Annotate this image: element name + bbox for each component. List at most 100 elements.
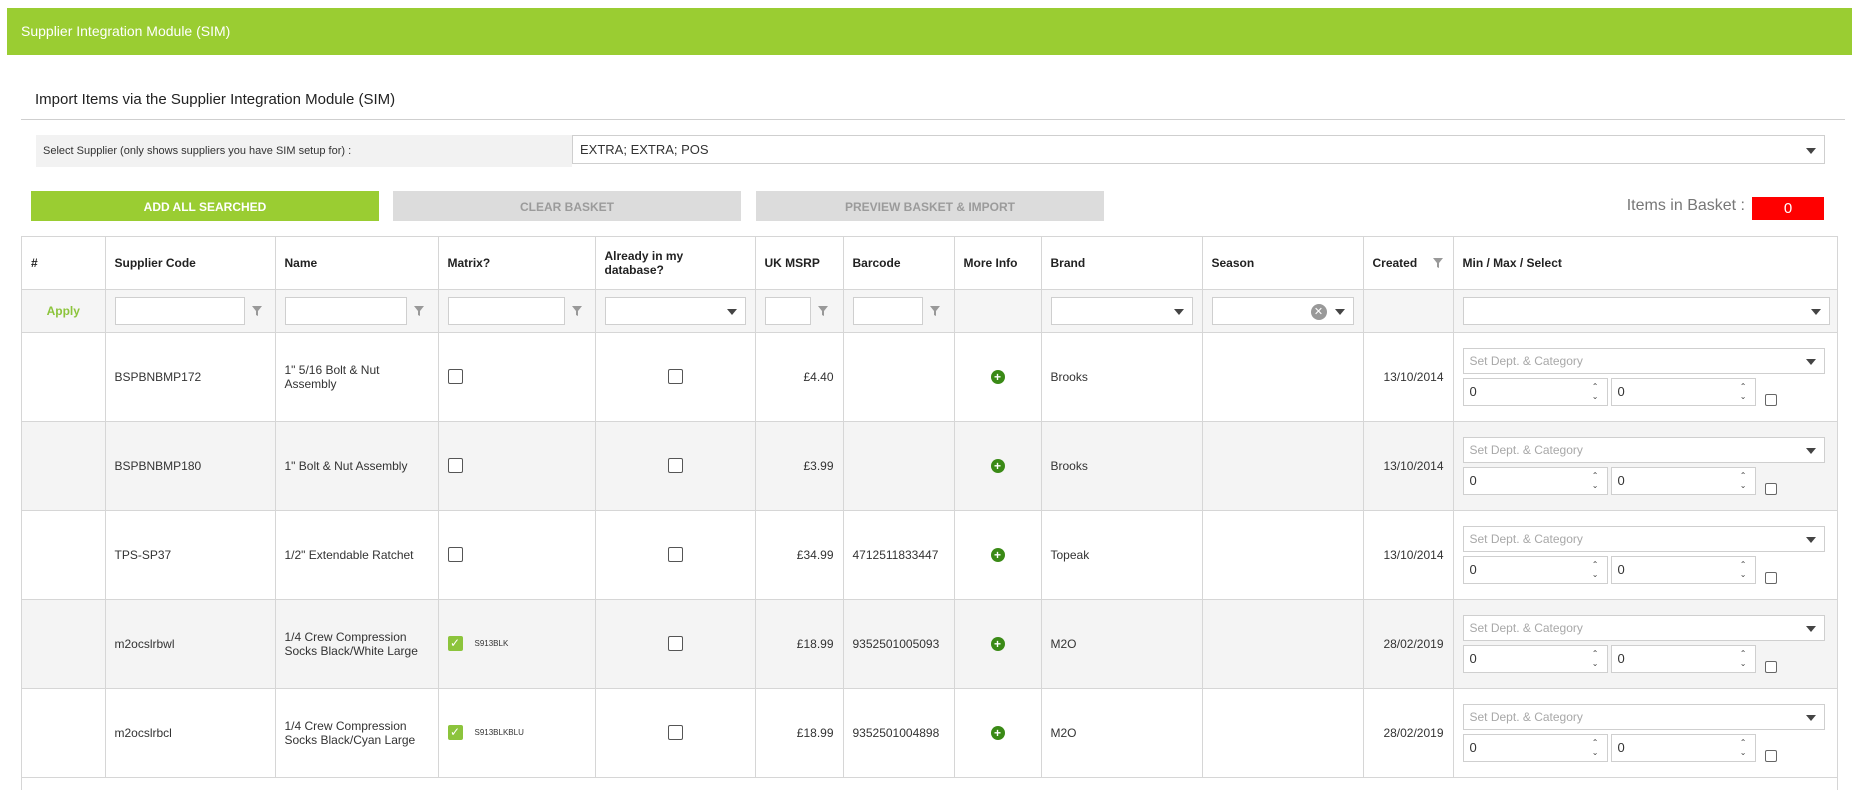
brand-filter-select[interactable] <box>1050 296 1193 325</box>
uk-msrp: £18.99 <box>755 688 844 778</box>
min-qty-stepper[interactable]: 0 ⌃ ⌄ <box>1462 377 1608 406</box>
up-down-arrows-icon[interactable]: ⌃ ⌄ <box>1592 382 1599 402</box>
plus-circle-icon[interactable]: + <box>990 458 1005 473</box>
season-filter-select[interactable]: ✕ <box>1211 296 1354 325</box>
msrp-filter-input[interactable] <box>764 296 811 325</box>
chevron-down-icon <box>1805 714 1816 721</box>
matrix-code: S913BLK <box>474 639 509 649</box>
uk-msrp: £4.40 <box>755 332 844 422</box>
max-qty-stepper[interactable]: 0 ⌃ ⌄ <box>1610 466 1756 495</box>
col-header-uk-msrp[interactable]: UK MSRP <box>755 237 844 290</box>
matrix-cell <box>438 421 596 511</box>
funnel-icon[interactable] <box>1432 257 1444 269</box>
matrix-checkbox[interactable]: ✓ <box>447 636 463 652</box>
up-down-arrows-icon[interactable]: ⌃ ⌄ <box>1592 471 1599 491</box>
in-db-checkbox[interactable] <box>667 369 683 385</box>
min-qty-stepper[interactable]: 0 ⌃ ⌄ <box>1462 733 1608 762</box>
row-index <box>22 421 106 511</box>
clear-icon[interactable]: ✕ <box>1310 303 1327 320</box>
dept-category-select[interactable]: Set Dept. & Category <box>1462 703 1825 730</box>
barcode: 4712511833447 <box>843 510 955 600</box>
matrix-filter-input[interactable] <box>447 296 565 325</box>
max-qty-stepper[interactable]: 0 ⌃ ⌄ <box>1610 644 1756 673</box>
max-qty-stepper[interactable]: 0 ⌃ ⌄ <box>1610 555 1756 584</box>
in-db-cell <box>595 332 756 422</box>
plus-circle-icon[interactable]: + <box>990 636 1005 651</box>
in-db-checkbox[interactable] <box>667 636 683 652</box>
in-db-cell <box>595 421 756 511</box>
funnel-icon[interactable] <box>929 305 941 317</box>
min-max-filter-select[interactable] <box>1462 296 1830 325</box>
matrix-checkbox[interactable] <box>447 547 463 563</box>
up-down-arrows-icon[interactable]: ⌃ ⌄ <box>1740 649 1747 669</box>
col-header-brand[interactable]: Brand <box>1041 237 1203 290</box>
col-header-supplier-code[interactable]: Supplier Code <box>105 237 276 290</box>
add-all-searched-button[interactable]: ADD ALL SEARCHED <box>31 191 379 221</box>
barcode <box>843 332 955 422</box>
filter-row: Apply ✕ <box>22 289 1837 333</box>
chevron-down-icon <box>1805 358 1816 365</box>
apply-filter-button[interactable]: Apply <box>22 289 106 333</box>
matrix-cell: ✓ S913BLK <box>438 599 596 689</box>
chevron-down-icon <box>1173 308 1184 315</box>
up-down-arrows-icon[interactable]: ⌃ ⌄ <box>1592 560 1599 580</box>
col-header-name[interactable]: Name <box>275 237 439 290</box>
supplier-code-filter-input[interactable] <box>114 296 245 325</box>
plus-circle-icon[interactable]: + <box>990 547 1005 562</box>
max-qty-stepper[interactable]: 0 ⌃ ⌄ <box>1610 377 1756 406</box>
col-header-matrix[interactable]: Matrix? <box>438 237 596 290</box>
min-qty-stepper[interactable]: 0 ⌃ ⌄ <box>1462 466 1608 495</box>
plus-circle-icon[interactable]: + <box>990 725 1005 740</box>
select-checkbox[interactable] <box>1764 393 1777 406</box>
up-down-arrows-icon[interactable]: ⌃ ⌄ <box>1740 471 1747 491</box>
header-row: # Supplier Code Name Matrix? Already in … <box>22 237 1837 290</box>
supplier-select[interactable]: EXTRA; EXTRA; POS <box>572 135 1825 164</box>
plus-circle-icon[interactable]: + <box>990 369 1005 384</box>
in-db-filter-select[interactable] <box>604 296 746 325</box>
up-down-arrows-icon[interactable]: ⌃ ⌄ <box>1740 382 1747 402</box>
up-down-arrows-icon[interactable]: ⌃ ⌄ <box>1592 738 1599 758</box>
name-filter-input[interactable] <box>284 296 407 325</box>
matrix-checkbox[interactable]: ✓ <box>447 725 463 741</box>
funnel-icon[interactable] <box>251 305 263 317</box>
dept-category-select[interactable]: Set Dept. & Category <box>1462 525 1825 552</box>
col-header-in-db[interactable]: Already in my database? <box>595 237 756 290</box>
up-down-arrows-icon[interactable]: ⌃ ⌄ <box>1740 560 1747 580</box>
season <box>1202 688 1364 778</box>
app-title: Supplier Integration Module (SIM) <box>21 23 231 39</box>
select-checkbox[interactable] <box>1764 571 1777 584</box>
dept-category-select[interactable]: Set Dept. & Category <box>1462 436 1825 463</box>
up-down-arrows-icon[interactable]: ⌃ ⌄ <box>1740 738 1747 758</box>
brand: Topeak <box>1041 510 1203 600</box>
min-qty-stepper[interactable]: 0 ⌃ ⌄ <box>1462 555 1608 584</box>
item-name: 1/4 Crew Compression Socks Black/Cyan La… <box>275 688 439 778</box>
up-down-arrows-icon[interactable]: ⌃ ⌄ <box>1592 649 1599 669</box>
in-db-checkbox[interactable] <box>667 547 683 563</box>
funnel-icon[interactable] <box>571 305 583 317</box>
in-db-cell <box>595 688 756 778</box>
select-checkbox[interactable] <box>1764 660 1777 673</box>
max-qty-stepper[interactable]: 0 ⌃ ⌄ <box>1610 733 1756 762</box>
barcode-filter-input[interactable] <box>852 296 923 325</box>
col-header-season[interactable]: Season <box>1202 237 1364 290</box>
dept-category-select[interactable]: Set Dept. & Category <box>1462 347 1825 374</box>
select-checkbox[interactable] <box>1764 749 1777 762</box>
col-header-barcode[interactable]: Barcode <box>843 237 955 290</box>
clear-basket-button[interactable]: CLEAR BASKET <box>393 191 741 221</box>
col-header-index: # <box>22 237 106 290</box>
uk-msrp: £3.99 <box>755 421 844 511</box>
funnel-icon[interactable] <box>817 305 829 317</box>
matrix-checkbox[interactable] <box>447 458 463 474</box>
table-row: BSPBNBMP180 1" Bolt & Nut Assembly £3.99… <box>22 421 1837 511</box>
funnel-icon[interactable] <box>413 305 425 317</box>
in-db-checkbox[interactable] <box>667 725 683 741</box>
dept-category-select[interactable]: Set Dept. & Category <box>1462 614 1825 641</box>
preview-basket-import-button[interactable]: PREVIEW BASKET & IMPORT <box>756 191 1104 221</box>
row-index <box>22 599 106 689</box>
min-qty-stepper[interactable]: 0 ⌃ ⌄ <box>1462 644 1608 673</box>
matrix-checkbox[interactable] <box>447 369 463 385</box>
col-header-created[interactable]: Created <box>1363 237 1454 290</box>
created-date: 13/10/2014 <box>1363 421 1454 511</box>
in-db-checkbox[interactable] <box>667 458 683 474</box>
select-checkbox[interactable] <box>1764 482 1777 495</box>
